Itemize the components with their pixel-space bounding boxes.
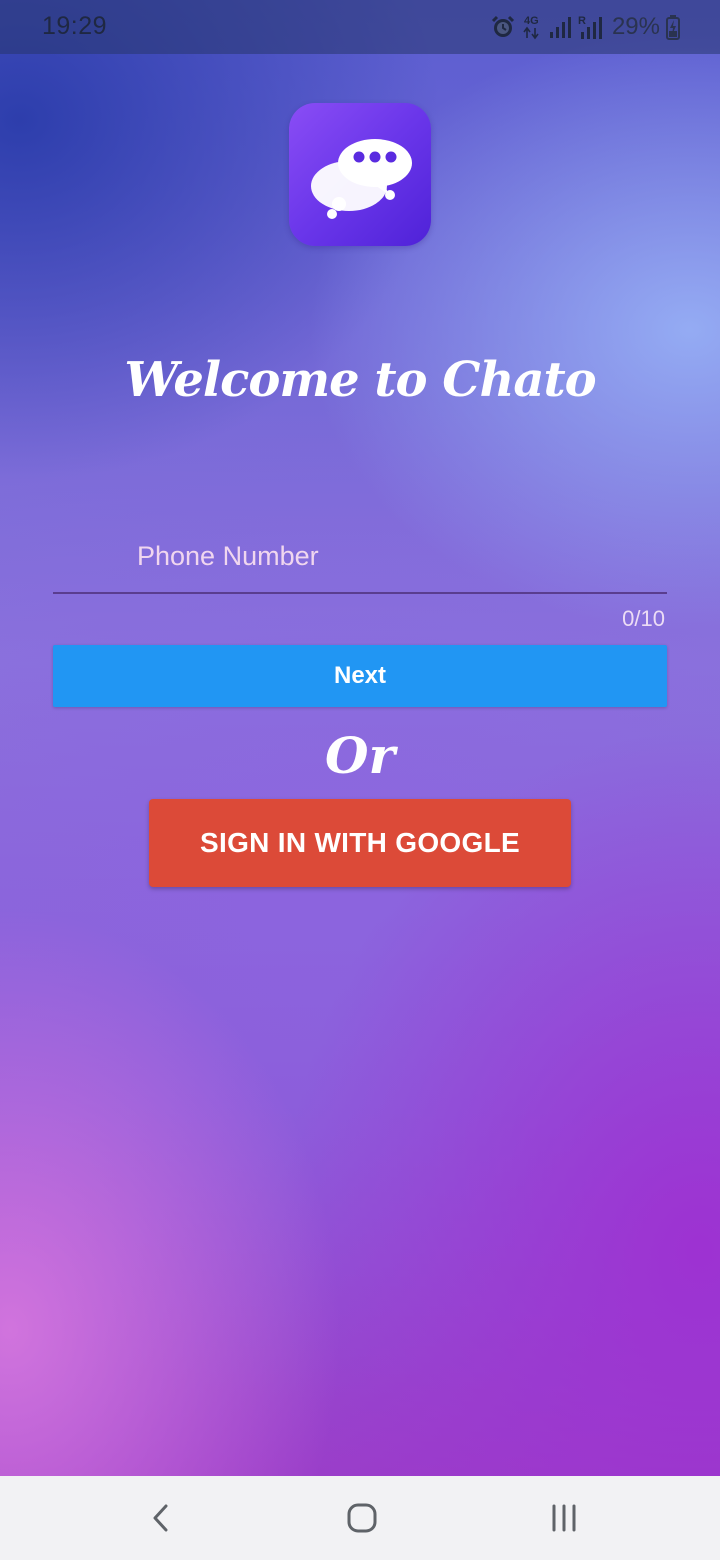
battery-percent: 29% (611, 13, 660, 40)
recents-icon (552, 1504, 576, 1532)
status-time: 19:29 (42, 12, 108, 40)
chat-bubbles-icon (311, 139, 412, 219)
nav-recents-button[interactable] (514, 1476, 614, 1560)
character-counter: 0/10 (622, 606, 665, 631)
back-icon (153, 1504, 168, 1532)
nav-back-button[interactable] (111, 1476, 211, 1560)
or-divider-label: Or (325, 726, 395, 785)
phone-number-input[interactable] (53, 520, 667, 592)
nav-home-button[interactable] (312, 1476, 412, 1560)
app-logo (289, 103, 431, 246)
status-icons: 4G R 29% (490, 12, 680, 42)
phone-field[interactable] (53, 520, 667, 594)
navigation-bar (0, 1476, 720, 1560)
roaming-label: R (578, 15, 586, 27)
next-button[interactable]: Next (53, 645, 667, 707)
google-sign-in-button[interactable]: SIGN IN WITH GOOGLE (149, 799, 571, 887)
status-bar: 19:29 4G R 29% (0, 0, 720, 54)
home-icon (347, 1503, 377, 1533)
alarm-icon (491, 15, 515, 37)
welcome-title: Welcome to Chato (124, 352, 596, 408)
battery-charging-icon (666, 15, 680, 40)
network-type-label: 4G (524, 15, 539, 27)
signal-roaming-icon: R (578, 15, 602, 39)
phone-input-underline (53, 592, 667, 594)
network-4g-icon: 4G (523, 15, 539, 40)
signal-icon (549, 17, 571, 38)
